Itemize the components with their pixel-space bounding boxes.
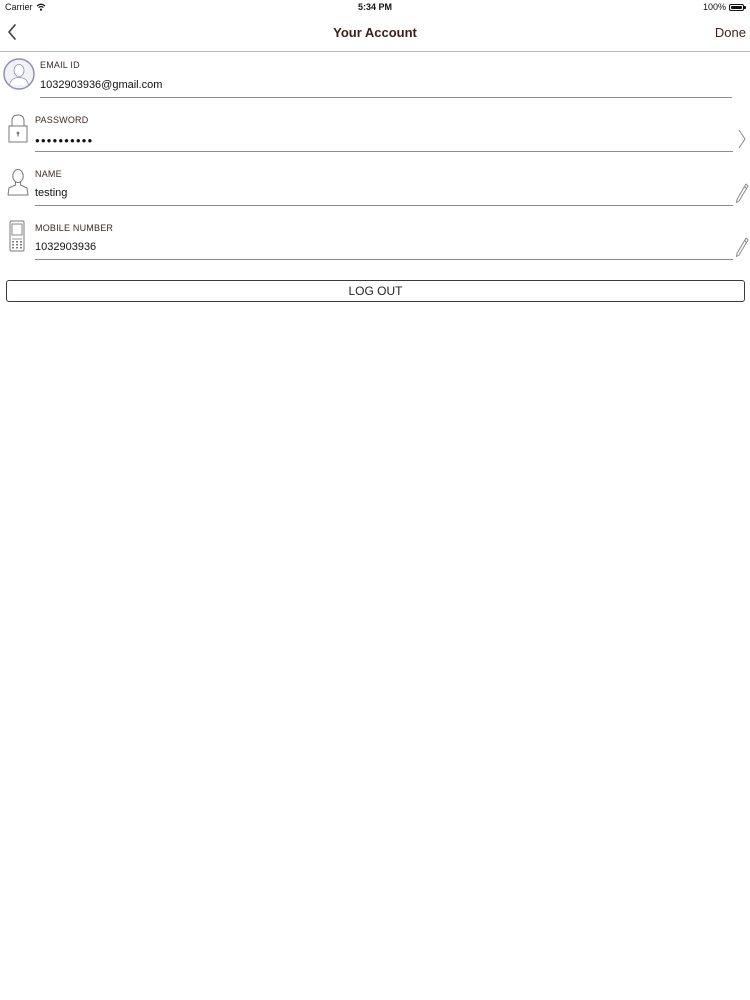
name-underline xyxy=(35,205,733,206)
phone-icon xyxy=(8,220,26,257)
battery-percent: 100% xyxy=(702,2,726,12)
name-row: NAME testing xyxy=(0,164,750,218)
battery-icon xyxy=(729,3,746,11)
lock-icon xyxy=(7,112,29,149)
password-underline xyxy=(35,151,733,152)
email-underline xyxy=(40,97,732,98)
done-button[interactable]: Done xyxy=(715,25,746,40)
mobile-label: MOBILE NUMBER xyxy=(35,223,114,233)
password-row[interactable]: PASSWORD ●●●●●●●●●● xyxy=(0,110,750,164)
email-row: EMAIL ID 1032903936@gmail.com xyxy=(0,56,750,110)
avatar-icon xyxy=(3,58,35,95)
edit-name-button[interactable] xyxy=(735,182,749,209)
password-field[interactable]: ●●●●●●●●●● xyxy=(35,134,93,147)
email-field[interactable]: 1032903936@gmail.com xyxy=(40,79,162,91)
status-bar: Carrier 5:34 PM 100% xyxy=(0,0,750,14)
battery-status: 100% xyxy=(702,2,746,12)
status-time: 5:34 PM xyxy=(357,2,392,12)
name-label: NAME xyxy=(35,169,62,179)
password-label: PASSWORD xyxy=(35,115,89,125)
name-field[interactable]: testing xyxy=(35,187,67,199)
logout-button[interactable]: LOG OUT xyxy=(6,280,745,302)
chevron-right-icon[interactable] xyxy=(737,128,747,155)
pencil-icon xyxy=(736,183,749,203)
mobile-underline xyxy=(35,259,733,260)
mobile-field[interactable]: 1032903936 xyxy=(35,241,96,253)
navigation-bar: Your Account Done xyxy=(0,14,750,52)
mobile-row: MOBILE NUMBER 1032903936 xyxy=(0,218,750,272)
page-title: Your Account xyxy=(333,25,417,40)
person-icon xyxy=(6,166,30,203)
email-label: EMAIL ID xyxy=(40,60,80,70)
edit-mobile-button[interactable] xyxy=(735,236,749,263)
pencil-icon xyxy=(736,237,749,257)
